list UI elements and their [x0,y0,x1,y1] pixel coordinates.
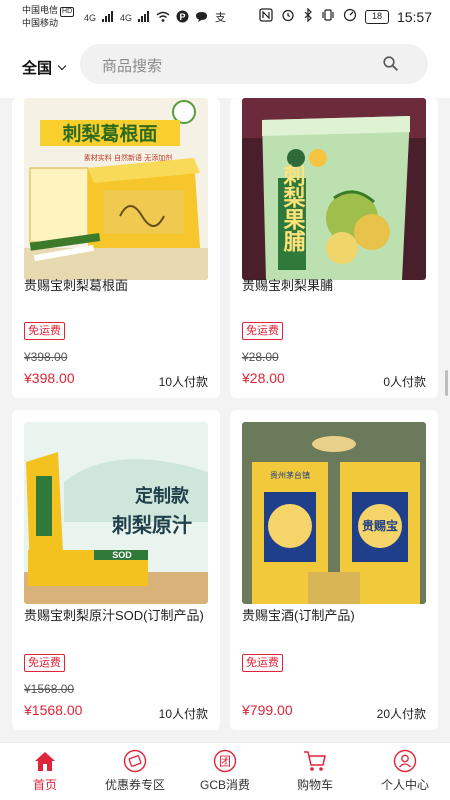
product-image[interactable]: SOD 定制款 刺梨原汁 [24,422,208,604]
chat-bubble-icon [195,11,208,25]
tuan-icon: 团 [212,749,238,773]
image-label: 贵赐宝 [362,518,398,533]
nav-label: GCB消费 [199,778,250,792]
product-image-art: 刺梨葛根面 素材实料 自然新语 无添加剂 [24,98,208,280]
product-card[interactable]: 刺梨果脯 贵赐宝刺梨果脯 免运费 ¥28.00 ¥28.00 0人付款 [230,98,438,398]
svg-text:P: P [180,12,186,22]
product-price: ¥28.00 [242,370,285,386]
free-shipping-badge: 免运费 [242,322,283,340]
top-bar: 全国 商品搜索 [0,36,450,98]
battery-icon: 18 [364,9,389,24]
original-price: ¥1568.00 [24,682,75,696]
product-image-art: 刺梨果脯 [242,98,426,280]
network-type-2: 4G [120,12,133,23]
parking-icon: P [176,10,189,25]
search-placeholder: 商品搜索 [102,58,163,75]
nav-gcb[interactable]: 团 GCB消费 [180,743,270,800]
coupon-icon [122,749,148,773]
image-line1: 定制款 [135,485,190,507]
alipay-icon: 支 [214,10,227,25]
product-image[interactable]: 刺梨葛根面 素材实料 自然新语 无添加剂 [24,98,208,280]
paid-count: 0人付款 [383,375,426,389]
scrollbar-thumb[interactable] [445,370,448,396]
product-name[interactable]: 贵赐宝刺梨葛根面 [24,276,208,296]
paid-count: 10人付款 [158,375,208,389]
nav-home[interactable]: 首页 [0,743,90,800]
product-image[interactable]: 贵州茅台镇 贵赐宝 [242,422,426,604]
image-line2: 刺梨原汁 [112,513,192,537]
image-brand: 贵州茅台镇 [270,470,310,480]
carrier-2: 中国移动 [22,18,59,28]
bluetooth-icon [303,7,313,25]
product-price: ¥1568.00 [24,702,83,718]
hd-badge: HD [60,7,75,17]
product-image-art: SOD 定制款 刺梨原汁 [24,422,208,604]
original-price: ¥28.00 [242,350,279,364]
image-tags: 素材实料 自然新语 无添加剂 [84,153,172,162]
image-title: 刺梨果脯 [280,164,306,253]
clock: 15:57 [396,8,432,25]
region-selector[interactable]: 全国 [22,57,67,78]
nav-cart[interactable]: 购物车 [270,743,360,800]
system-indicators: 18 15:57 [259,7,432,25]
svg-text:支: 支 [215,11,226,23]
home-icon [32,749,58,773]
profile-icon [392,749,418,773]
product-card[interactable]: 贵州茅台镇 贵赐宝 贵赐宝酒(订制产品) 免运费 ¥799.00 20人付款 [230,410,438,730]
chevron-down-icon [57,61,67,70]
paid-count: 10人付款 [158,707,208,721]
vibrate-icon [321,8,335,25]
product-image-art: 贵州茅台镇 贵赐宝 [242,422,426,604]
bottom-nav: 首页 优惠券专区 团 GCB消费 购物车 个人中心 [0,742,450,800]
free-shipping-badge: 免运费 [24,654,65,672]
nav-profile[interactable]: 个人中心 [360,743,450,800]
product-image[interactable]: 刺梨果脯 [242,98,426,280]
product-name[interactable]: 贵赐宝刺梨原汁SOD(订制产品) [24,606,208,626]
svg-text:团: 团 [219,755,231,769]
paid-count: 20人付款 [376,707,426,721]
product-name[interactable]: 贵赐宝刺梨果脯 [242,276,426,296]
product-card[interactable]: SOD 定制款 刺梨原汁 贵赐宝刺梨原汁SOD(订制产品) 免运费 ¥1568.… [12,410,220,730]
search-icon[interactable] [383,56,398,71]
signal-bars-icon-2 [138,11,150,24]
carrier-info: 中国电信 HD 中国移动 [22,4,75,29]
region-label: 全国 [22,60,53,77]
wifi-icon [156,11,170,24]
image-title: 刺梨葛根面 [62,122,157,145]
signal-group: 4G 4G P 支 [84,10,227,25]
speed-icon [343,8,357,25]
nfc-icon [259,8,273,25]
network-type-1: 4G [84,12,97,23]
alarm-icon [281,8,295,25]
free-shipping-badge: 免运费 [242,654,283,672]
nav-label: 个人中心 [380,778,429,792]
free-shipping-badge: 免运费 [24,322,65,340]
original-price: ¥398.00 [24,350,68,364]
carrier-1: 中国电信 [22,5,59,15]
product-price: ¥398.00 [24,370,75,386]
status-bar: 中国电信 HD 中国移动 4G 4G P 支 18 15:57 [0,0,450,36]
signal-bars-icon [102,11,114,24]
product-price: ¥799.00 [242,702,293,718]
nav-coupons[interactable]: 优惠券专区 [90,743,180,800]
nav-label: 购物车 [296,778,333,792]
search-input[interactable]: 商品搜索 [80,44,428,84]
nav-label: 优惠券专区 [104,778,165,792]
product-card[interactable]: 刺梨葛根面 素材实料 自然新语 无添加剂 贵赐宝刺梨葛根面 免运费 ¥398.0… [12,98,220,398]
cart-icon [302,749,328,773]
image-sod: SOD [112,550,132,560]
nav-label: 首页 [32,778,57,792]
product-name[interactable]: 贵赐宝酒(订制产品) [242,606,426,626]
